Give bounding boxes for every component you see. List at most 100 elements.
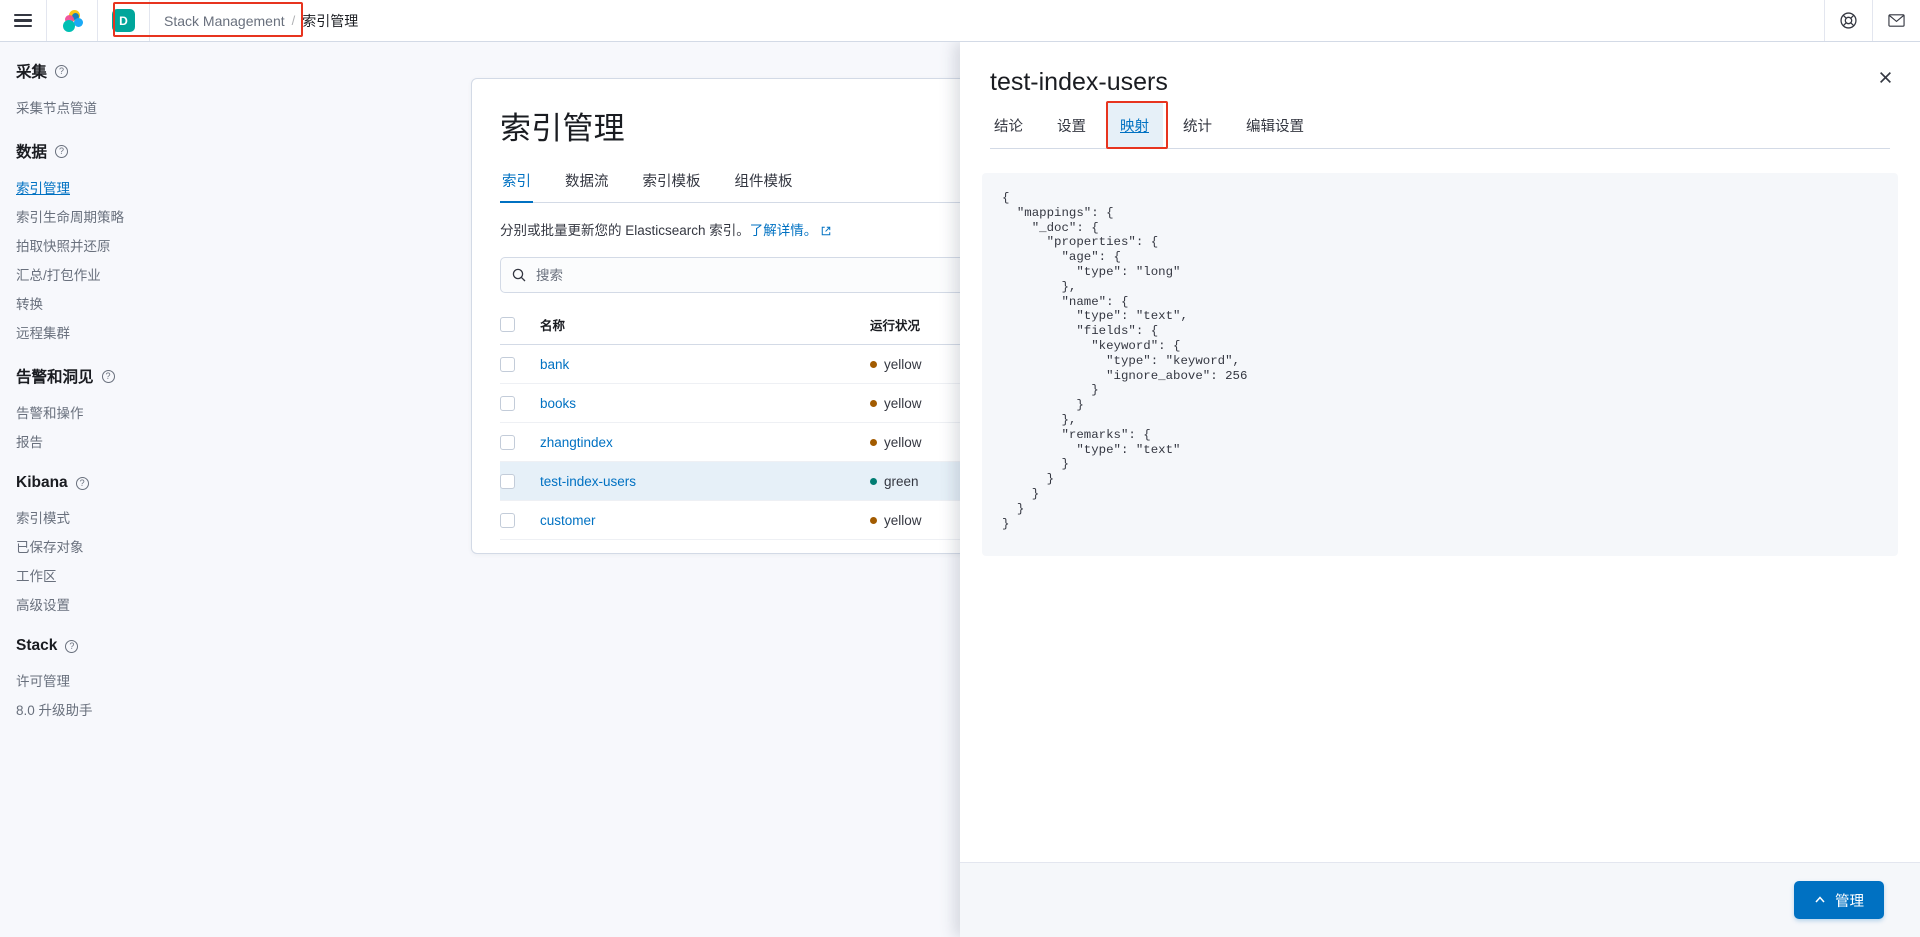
row-name-cell: customer bbox=[540, 500, 870, 540]
sidebar-item-upgrade-assistant[interactable]: 8.0 升级助手 bbox=[16, 694, 235, 723]
sidebar-group-title: Stack ? bbox=[16, 637, 235, 655]
mail-icon bbox=[1888, 14, 1905, 27]
row-select-cell bbox=[500, 344, 540, 384]
breadcrumb-item-root[interactable]: Stack Management bbox=[164, 13, 285, 29]
row-name-cell: test-index-users bbox=[540, 461, 870, 501]
health-label: yellow bbox=[884, 435, 922, 450]
health-dot-icon bbox=[870, 517, 877, 524]
manage-button-label: 管理 bbox=[1835, 893, 1864, 910]
sidebar-group-title: 告警和洞见 ? bbox=[16, 365, 235, 387]
breadcrumb-separator: / bbox=[291, 13, 296, 28]
header-right-cluster bbox=[1824, 0, 1920, 41]
top-header-bar: D Stack Management / 索引管理 bbox=[0, 0, 1920, 42]
flyout-tab-edit-settings[interactable]: 编辑设置 bbox=[1242, 109, 1308, 148]
help-circle-icon[interactable]: ? bbox=[101, 369, 115, 383]
sidebar-item-index-management[interactable]: 索引管理 bbox=[16, 172, 235, 201]
header-left-cluster: D Stack Management / 索引管理 bbox=[0, 0, 372, 41]
index-link[interactable]: test-index-users bbox=[540, 474, 636, 489]
row-select-cell bbox=[500, 422, 540, 462]
index-link[interactable]: books bbox=[540, 396, 576, 411]
help-circle-icon[interactable]: ? bbox=[55, 144, 69, 158]
sidebar-item-spaces[interactable]: 工作区 bbox=[16, 560, 235, 589]
sidebar-item-saved-objects[interactable]: 已保存对象 bbox=[16, 531, 235, 560]
manage-button[interactable]: 管理 bbox=[1794, 881, 1884, 919]
tab-component-templates[interactable]: 组件模板 bbox=[733, 164, 795, 202]
tab-data-streams[interactable]: 数据流 bbox=[563, 164, 611, 202]
index-link[interactable]: bank bbox=[540, 357, 569, 372]
sidebar-group-label: 数据 bbox=[16, 144, 48, 161]
tab-indices[interactable]: 索引 bbox=[500, 164, 533, 203]
sidebar-item-rules-and-connectors[interactable]: 告警和操作 bbox=[16, 397, 235, 426]
index-link[interactable]: zhangtindex bbox=[540, 435, 613, 450]
mappings-code-block[interactable]: { "mappings": { "_doc": { "properties": … bbox=[982, 173, 1898, 556]
search-icon bbox=[512, 268, 526, 282]
health-dot-icon bbox=[870, 439, 877, 446]
row-checkbox[interactable] bbox=[500, 512, 515, 528]
sidebar-group-title: 数据 ? bbox=[16, 140, 235, 162]
row-select-cell bbox=[500, 461, 540, 501]
mappings-json: { "mappings": { "_doc": { "properties": … bbox=[1002, 191, 1248, 531]
help-circle-icon[interactable]: ? bbox=[65, 639, 79, 653]
mail-button[interactable] bbox=[1872, 0, 1920, 41]
close-flyout-button[interactable] bbox=[1872, 64, 1898, 90]
sidebar-group-title: 采集 ? bbox=[16, 60, 235, 82]
health-label: yellow bbox=[884, 513, 922, 528]
help-button[interactable] bbox=[1824, 0, 1872, 41]
sidebar-nav: 采集 ? 采集节点管道 数据 ? 索引管理 索引生命周期策略 拍取快照并还原 汇… bbox=[0, 42, 235, 937]
row-select-cell bbox=[500, 500, 540, 540]
chevron-up-icon bbox=[1815, 896, 1825, 903]
tab-index-templates[interactable]: 索引模板 bbox=[641, 164, 703, 202]
flyout-title: test-index-users bbox=[990, 68, 1168, 96]
sidebar-item-transforms[interactable]: 转换 bbox=[16, 288, 235, 317]
breadcrumb: Stack Management / 索引管理 bbox=[150, 0, 372, 41]
index-link[interactable]: customer bbox=[540, 513, 596, 528]
column-header-name[interactable]: 名称 bbox=[540, 305, 870, 345]
flyout-tabs: 结论 设置 映射 统计 编辑设置 bbox=[990, 101, 1890, 149]
health-label: yellow bbox=[884, 357, 922, 372]
help-circle-icon[interactable]: ? bbox=[55, 64, 69, 78]
health-dot-icon bbox=[870, 361, 877, 368]
sidebar-group-label: 采集 bbox=[16, 64, 48, 81]
row-checkbox[interactable] bbox=[500, 356, 515, 372]
sidebar-group-alerts-insights: 告警和洞见 ? 告警和操作 报告 bbox=[16, 365, 235, 455]
sidebar-group-stack: Stack ? 许可管理 8.0 升级助手 bbox=[16, 637, 235, 723]
elastic-home-link[interactable] bbox=[47, 0, 98, 41]
sidebar-item-index-lifecycle-policies[interactable]: 索引生命周期策略 bbox=[16, 201, 235, 230]
elastic-logo-icon bbox=[61, 9, 83, 32]
sidebar-item-snapshot-restore[interactable]: 拍取快照并还原 bbox=[16, 230, 235, 259]
row-name-cell: zhangtindex bbox=[540, 422, 870, 462]
flyout-tab-stats[interactable]: 统计 bbox=[1179, 109, 1216, 148]
sidebar-item-remote-clusters[interactable]: 远程集群 bbox=[16, 317, 235, 346]
flyout-tab-settings[interactable]: 设置 bbox=[1053, 109, 1090, 148]
external-link-icon bbox=[822, 226, 831, 236]
breadcrumb-item-current[interactable]: 索引管理 bbox=[302, 11, 358, 31]
select-all-header bbox=[500, 305, 540, 345]
select-all-checkbox[interactable] bbox=[500, 317, 515, 332]
sidebar-group-label: Kibana bbox=[16, 474, 68, 491]
learn-more-link[interactable]: 了解详情。 bbox=[750, 223, 818, 238]
health-label: yellow bbox=[884, 396, 922, 411]
row-select-cell bbox=[500, 383, 540, 423]
avatar: D bbox=[112, 9, 135, 32]
flyout-tab-summary[interactable]: 结论 bbox=[990, 109, 1027, 148]
flyout-tab-mappings[interactable]: 映射 bbox=[1106, 103, 1163, 149]
panel-description-text: 分别或批量更新您的 Elasticsearch 索引。 bbox=[500, 223, 750, 238]
row-checkbox[interactable] bbox=[500, 395, 515, 411]
sidebar-group-label: 告警和洞见 bbox=[16, 369, 94, 386]
health-dot-icon bbox=[870, 400, 877, 407]
sidebar-group-title: Kibana ? bbox=[16, 474, 235, 492]
sidebar-item-reporting[interactable]: 报告 bbox=[16, 426, 235, 455]
space-switcher-button[interactable]: D bbox=[98, 0, 150, 41]
sidebar-group-label: Stack bbox=[16, 637, 58, 654]
row-checkbox[interactable] bbox=[500, 434, 515, 450]
menu-toggle-button[interactable] bbox=[0, 0, 47, 41]
sidebar-item-ingest-pipelines[interactable]: 采集节点管道 bbox=[16, 92, 235, 121]
sidebar-item-advanced-settings[interactable]: 高级设置 bbox=[16, 589, 235, 618]
sidebar-item-license-management[interactable]: 许可管理 bbox=[16, 665, 235, 694]
sidebar-item-rollup-jobs[interactable]: 汇总/打包作业 bbox=[16, 259, 235, 288]
index-detail-flyout: test-index-users 结论 设置 映射 统计 编辑设置 { "map… bbox=[960, 42, 1920, 937]
help-circle-icon[interactable]: ? bbox=[75, 476, 89, 490]
row-checkbox[interactable] bbox=[500, 473, 515, 489]
sidebar-item-index-patterns[interactable]: 索引模式 bbox=[16, 502, 235, 531]
health-dot-icon bbox=[870, 478, 877, 485]
